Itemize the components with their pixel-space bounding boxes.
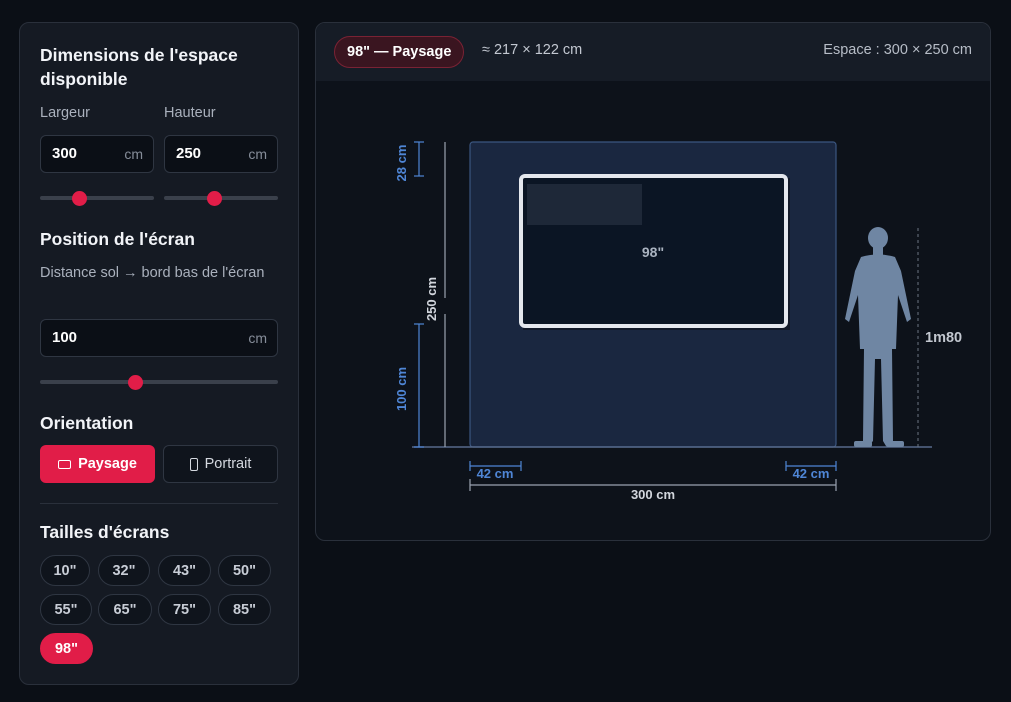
size-chip-50[interactable]: 50": [218, 555, 271, 586]
portrait-label: Portrait: [204, 456, 252, 472]
height-input-value: 250: [176, 145, 202, 162]
distance-label: Distance sol → bord bas de l'écran: [40, 265, 265, 281]
sizes-title: Tailles d'écrans: [40, 522, 170, 542]
wall-diagram: 98" 28 cm 100 cm 250 cm 42 cm 42 cm 300 …: [394, 141, 962, 502]
width-slider-thumb[interactable]: [72, 191, 88, 206]
settings-panel: Dimensions de l'espace disponible Largeu…: [19, 22, 299, 685]
height-slider[interactable]: [164, 191, 278, 206]
size-chip-98[interactable]: 98": [40, 633, 93, 664]
preview-header: 98" — Paysage ≈ 217 × 122 cm Espace : 30…: [316, 23, 990, 81]
space-dimensions-text: Espace : 300 × 250 cm: [823, 42, 972, 58]
distance-input[interactable]: 100 cm: [40, 319, 278, 357]
landscape-button[interactable]: Paysage: [40, 445, 155, 483]
height-input[interactable]: 250 cm: [164, 135, 278, 173]
screen-glare: [527, 184, 642, 225]
width-input-value: 300: [52, 145, 78, 162]
width-unit: cm: [124, 146, 143, 162]
height-unit: cm: [248, 146, 267, 162]
orientation-title: Orientation: [40, 413, 134, 433]
floor-gap-label: 100 cm: [394, 367, 409, 411]
top-gap-dimension: [414, 141, 424, 177]
landscape-label: Paysage: [78, 456, 137, 472]
distance-slider[interactable]: [40, 375, 278, 390]
size-chip-65[interactable]: 65": [98, 594, 152, 625]
size-chip-75[interactable]: 75": [158, 594, 211, 625]
space-height-label: 250 cm: [424, 277, 439, 321]
width-slider-track: [40, 196, 154, 200]
width-input[interactable]: 300 cm: [40, 135, 154, 173]
portrait-icon: [189, 457, 198, 471]
distance-slider-track: [40, 380, 278, 384]
portrait-button[interactable]: Portrait: [163, 445, 278, 483]
width-slider[interactable]: [40, 191, 154, 206]
screen-size-label: 98": [642, 244, 664, 260]
right-gap-label: 42 cm: [793, 466, 830, 481]
selected-size-badge: 98" — Paysage: [334, 36, 465, 68]
distance-slider-thumb[interactable]: [127, 375, 143, 390]
screen-dimensions-text: ≈ 217 × 122 cm: [482, 42, 583, 58]
space-width-label: 300 cm: [631, 487, 675, 502]
distance-unit: cm: [248, 330, 267, 346]
size-chip-10[interactable]: 10": [40, 555, 90, 586]
left-gap-label: 42 cm: [477, 466, 514, 481]
position-title: Position de l'écran: [40, 229, 195, 249]
size-chip-43[interactable]: 43": [158, 555, 211, 586]
distance-input-value: 100: [52, 329, 78, 346]
height-slider-thumb[interactable]: [206, 191, 222, 206]
divider: [40, 503, 278, 504]
floor-gap-dimension: [414, 323, 424, 448]
person-height-label: 1m80: [925, 330, 962, 346]
size-chip-85[interactable]: 85": [218, 594, 271, 625]
person-silhouette-icon: [845, 227, 911, 447]
landscape-icon: [58, 459, 72, 469]
preview-panel: 98" — Paysage ≈ 217 × 122 cm Espace : 30…: [315, 22, 991, 541]
height-label: Hauteur: [164, 105, 216, 121]
size-chip-32[interactable]: 32": [98, 555, 150, 586]
width-label: Largeur: [40, 105, 90, 121]
dimensions-title: Dimensions de l'espace disponible: [40, 45, 238, 89]
size-chip-55[interactable]: 55": [40, 594, 92, 625]
top-gap-label: 28 cm: [394, 145, 409, 182]
